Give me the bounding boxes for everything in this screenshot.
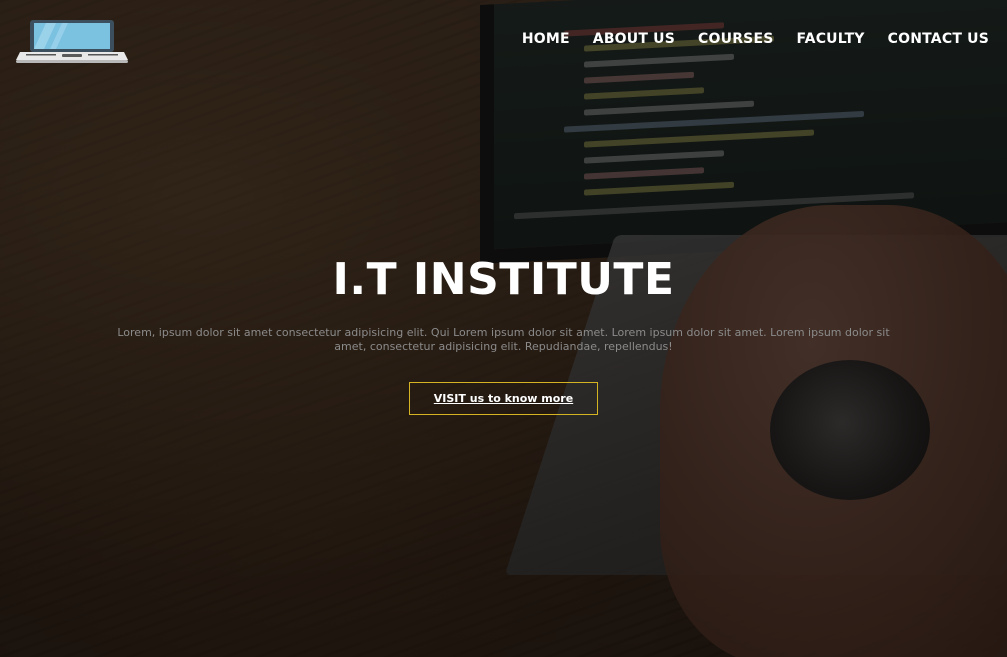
nav-home[interactable]: HOME: [522, 30, 570, 48]
nav-faculty[interactable]: FACULTY: [797, 30, 865, 48]
laptop-icon: [16, 20, 128, 63]
nav-about-us[interactable]: ABOUT US: [593, 30, 675, 48]
hero-content: I.T INSTITUTE Lorem, ipsum dolor sit ame…: [0, 250, 1007, 415]
hero-title: I.T INSTITUTE: [332, 254, 675, 305]
hero-description: Lorem, ipsum dolor sit amet consectetur …: [117, 326, 890, 353]
visit-button[interactable]: VISIT us to know more: [408, 382, 599, 415]
main-nav: HOME ABOUT US COURSES FACULTY CONTACT US: [522, 30, 989, 48]
nav-courses[interactable]: COURSES: [698, 30, 773, 48]
nav-contact-us[interactable]: CONTACT US: [888, 30, 989, 48]
logo-laptop-icon[interactable]: [16, 18, 128, 64]
hero-section: HOME ABOUT US COURSES FACULTY CONTACT US…: [0, 0, 1007, 657]
